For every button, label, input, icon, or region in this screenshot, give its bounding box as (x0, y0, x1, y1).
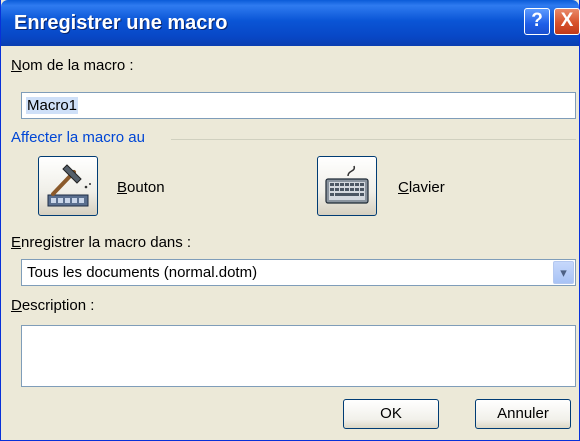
record-macro-dialog: Enregistrer une macro ? X Nom de la macr… (0, 0, 580, 441)
assign-keyboard-button[interactable] (317, 156, 377, 216)
hammer-toolbar-icon (47, 164, 91, 207)
chevron-down-icon[interactable]: ▾ (553, 261, 574, 284)
keyboard-icon (325, 165, 369, 204)
store-macro-value: Tous les documents (normal.dotm) (27, 264, 258, 281)
assign-keyboard-label: Clavier (398, 179, 445, 196)
assign-button-button[interactable] (38, 156, 98, 216)
assign-section-title: Affecter la macro au (11, 129, 145, 146)
help-button[interactable]: ? (524, 8, 550, 35)
assign-button-label: Bouton (117, 179, 165, 196)
macro-name-input[interactable]: Macro1 (21, 92, 576, 119)
macro-name-value: Macro1 (26, 97, 79, 114)
ok-button[interactable]: OK (343, 399, 439, 429)
store-macro-label: Enregistrer la macro dans : (11, 234, 192, 251)
close-button[interactable]: X (554, 8, 580, 35)
store-macro-select[interactable]: Tous les documents (normal.dotm) ▾ (21, 259, 576, 286)
title-bar[interactable]: Enregistrer une macro ? X (1, 0, 580, 46)
section-divider (171, 139, 576, 140)
cancel-button[interactable]: Annuler (475, 399, 571, 429)
macro-name-label: Nom de la macro : (11, 57, 134, 74)
description-textarea[interactable] (21, 325, 576, 387)
description-label: Description : (11, 297, 95, 314)
dialog-title: Enregistrer une macro (14, 12, 228, 34)
